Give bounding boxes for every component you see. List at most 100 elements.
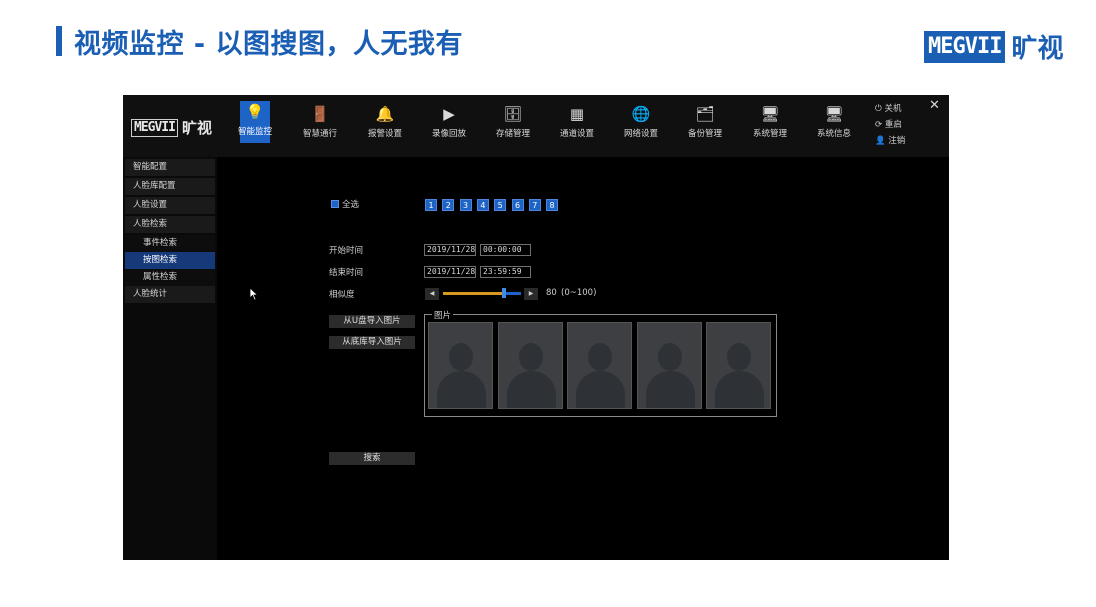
title-accent-bar	[56, 26, 62, 56]
shutdown-button[interactable]: ⏻ 关机	[875, 101, 905, 117]
alarm-icon: 🔔	[375, 105, 395, 123]
brand-logo-cn: 旷视	[1011, 34, 1064, 64]
nav-item-3[interactable]: ▶ 录像回放	[430, 103, 468, 149]
play-icon: ▶	[443, 105, 455, 123]
nav-item-label: 备份管理	[687, 129, 722, 139]
silhouette-head	[449, 343, 473, 371]
channel-checkbox-7[interactable]: 7	[528, 199, 541, 211]
nav-item-6[interactable]: 🌐 网络设置	[622, 103, 660, 149]
nav-item-label: 智慧通行	[302, 129, 337, 139]
nav-item-8[interactable]: 🖥 系统管理	[751, 103, 789, 149]
start-date-field[interactable]: 2019/11/28	[424, 244, 476, 256]
screen-logo: MEGVII 旷视	[131, 117, 212, 138]
similarity-range: (0~100)	[561, 288, 597, 298]
nav-item-5[interactable]: ▦ 通道设置	[558, 103, 596, 149]
nav-item-label: 系统管理	[752, 129, 787, 139]
backup-icon: 🗂	[695, 105, 715, 123]
nav-item-label: 存储管理	[495, 129, 530, 139]
shutdown-label: 关机	[884, 104, 902, 114]
face-image-slot[interactable]	[428, 322, 493, 409]
nav-item-1[interactable]: 🚪 智慧通行	[301, 103, 339, 149]
channel-checkbox-4[interactable]: 4	[476, 199, 489, 211]
close-icon[interactable]: ✕	[929, 98, 940, 113]
silhouette-head	[727, 343, 751, 371]
top-nav-bar: MEGVII 旷视 💡 智能监控 🚪 智慧通行 🔔 报警设置 ▶ 录像回放 🗄 存储管理 ▦ 通道设置…	[123, 95, 949, 157]
sidebar-item-1[interactable]: 人脸库配置	[125, 178, 215, 195]
channel-checkbox-2[interactable]: 2	[442, 199, 455, 211]
silhouette-body	[576, 371, 625, 408]
nvr-screen: MEGVII 旷视 💡 智能监控 🚪 智慧通行 🔔 报警设置 ▶ 录像回放 🗄 存储管理 ▦ 通道设置…	[123, 95, 949, 560]
nav-item-0[interactable]: 💡 智能监控	[238, 101, 272, 143]
restart-label: 重启	[884, 120, 902, 130]
end-time-label: 结束时间	[329, 268, 364, 278]
nav-item-4[interactable]: 🗄 存储管理	[494, 103, 532, 149]
import-from-database-button[interactable]: 从底库导入图片	[329, 336, 415, 349]
nav-item-7[interactable]: 🗂 备份管理	[686, 103, 724, 149]
silhouette-head	[588, 343, 612, 371]
storage-icon: 🗄	[503, 105, 523, 123]
sidebar-item-5[interactable]: 按图检索	[125, 252, 215, 269]
channel-checkbox-3[interactable]: 3	[459, 199, 472, 211]
face-image-slot[interactable]	[706, 322, 771, 409]
monitor-settings-icon: 🖥	[760, 105, 780, 123]
restart-button[interactable]: ⟳ 重启	[875, 117, 905, 133]
globe-icon: 🌐	[631, 105, 651, 123]
nav-item-label: 通道设置	[559, 129, 594, 139]
silhouette-body	[645, 371, 695, 408]
brand-logo-box: MEGVII	[924, 30, 1006, 63]
similarity-decrease-button[interactable]: ◀	[425, 288, 439, 300]
screen-logo-box: MEGVII	[131, 118, 178, 137]
lightbulb-icon: 💡	[245, 103, 265, 121]
image-group: 图片	[424, 309, 777, 417]
face-image-slot[interactable]	[567, 322, 632, 409]
user-icon: 👤	[875, 136, 886, 146]
channel-checkbox-5[interactable]: 5	[494, 199, 507, 211]
sidebar: 智能配置人脸库配置人脸设置人脸检索事件检索 按图检索 属性检索 人脸统计	[123, 157, 217, 560]
slide: 视频监控 - 以图搜图，人无我有 MEGVII 旷视 MEGVII 旷视 💡 智能…	[0, 0, 1096, 607]
similarity-slider-track	[505, 292, 521, 295]
face-image-slot[interactable]	[636, 322, 702, 409]
similarity-value: 80	[546, 288, 557, 298]
start-time-field[interactable]: 00:00:00	[480, 244, 531, 256]
nav-item-9[interactable]: 🖥 系统信息	[815, 103, 853, 149]
similarity-slider-handle[interactable]	[502, 288, 506, 298]
nav-item-2[interactable]: 🔔 报警设置	[366, 103, 404, 149]
similarity-increase-button[interactable]: ▶	[524, 288, 538, 300]
channel-checkbox-8[interactable]: 8	[546, 199, 559, 211]
system-controls: ⏻ 关机 ⟳ 重启 👤 注销	[875, 101, 905, 149]
search-button[interactable]: 搜索	[329, 452, 415, 465]
megvii-brand-logo: MEGVII 旷视	[924, 28, 1064, 65]
similarity-slider-fill	[443, 292, 505, 295]
silhouette-body	[506, 371, 556, 408]
silhouette-head	[518, 343, 543, 371]
sidebar-item-3[interactable]: 人脸检索	[125, 216, 215, 233]
nav-item-label: 智能监控	[237, 127, 272, 137]
logout-button[interactable]: 👤 注销	[875, 133, 905, 149]
face-image-slot[interactable]	[497, 322, 563, 409]
sidebar-item-4[interactable]: 事件检索	[125, 235, 215, 252]
end-date-field[interactable]: 2019/11/28	[424, 266, 476, 278]
nav-item-label: 网络设置	[623, 129, 658, 139]
power-icon: ⏻	[875, 104, 882, 114]
mouse-cursor-icon	[249, 287, 259, 301]
silhouette-body	[437, 371, 486, 408]
select-all-checkbox[interactable]	[331, 200, 339, 208]
sidebar-item-0[interactable]: 智能配置	[125, 159, 215, 176]
monitor-info-icon: 🖥	[824, 105, 844, 123]
end-time-field[interactable]: 23:59:59	[480, 266, 531, 278]
door-icon: 🚪	[310, 105, 330, 123]
import-from-usb-button[interactable]: 从U盘导入图片	[329, 315, 415, 328]
nav-item-label: 系统信息	[816, 129, 851, 139]
restart-icon: ⟳	[875, 120, 883, 130]
start-time-label: 开始时间	[329, 246, 364, 256]
sidebar-item-7[interactable]: 人脸统计	[125, 286, 215, 303]
sidebar-item-6[interactable]: 属性检索	[125, 269, 215, 286]
channel-checkbox-1[interactable]: 1	[425, 199, 437, 211]
screen-logo-cn: 旷视	[181, 119, 212, 137]
sidebar-item-2[interactable]: 人脸设置	[125, 197, 215, 214]
channel-checkbox-6[interactable]: 6	[511, 199, 524, 211]
silhouette-body	[715, 371, 764, 408]
nav-item-label: 录像回放	[431, 129, 466, 139]
similarity-label: 相似度	[329, 290, 355, 300]
slide-title: 视频监控 - 以图搜图，人无我有	[74, 29, 464, 60]
